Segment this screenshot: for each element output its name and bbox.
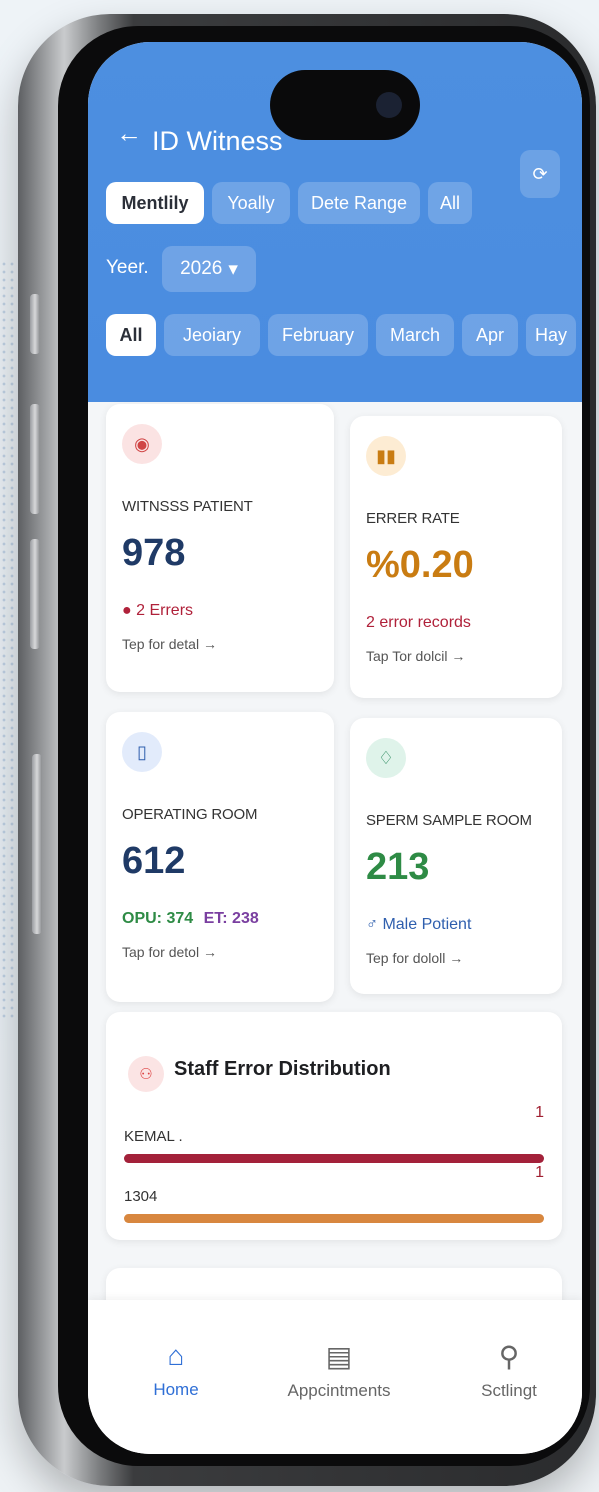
volume-down-button — [30, 539, 40, 649]
witness-patient-card[interactable]: ◉ WITNSSS PATIENT 978 ● 2 Errers Tep for… — [106, 404, 334, 692]
year-label: Yeer. — [106, 257, 149, 278]
card-sub: ♂ Male Potient — [366, 916, 471, 934]
staff-error-distribution-card: ⚇ Staff Error Distribution 1 KEMAL . 1 1… — [106, 1012, 562, 1240]
card-label: ERRER RATE — [366, 510, 460, 527]
card-value: 612 — [122, 840, 186, 882]
card-sub: ● 2 Errers — [122, 602, 193, 620]
year-value: 2026 — [180, 258, 223, 279]
people-icon: ⚇ — [128, 1056, 164, 1092]
drop-icon: ♢ — [366, 738, 406, 778]
camera-icon — [376, 92, 402, 118]
et-count: ET: 238 — [203, 910, 259, 927]
month-tab-may[interactable]: Hay — [526, 314, 576, 356]
arrow-left-icon[interactable]: ← — [116, 118, 142, 149]
tab-all-period[interactable]: All — [428, 182, 472, 224]
staff-error-bar — [124, 1154, 544, 1163]
sperm-sample-room-card[interactable]: ♢ SPERM SAMPLE ROOM 213 ♂ Male Potient T… — [350, 718, 562, 994]
arrow-right-icon: → — [449, 950, 464, 966]
card-label: WITNSSS PATIENT — [122, 498, 253, 515]
card-value: %0.20 — [366, 544, 474, 586]
tap-for-detail[interactable]: Tap Tor dolcil → — [366, 648, 465, 664]
card-label: OPERATING ROOM — [122, 806, 258, 823]
tab-date-range[interactable]: Dete Range — [298, 182, 420, 224]
month-tab-march[interactable]: March — [376, 314, 454, 356]
tap-text: Tap Tor dolcil — [366, 648, 448, 664]
operating-room-card[interactable]: ▯ OPERATING ROOM 612 OPU: 374 ET: 238 Ta… — [106, 712, 334, 1002]
bottom-tab-bar: ⌂ Home ▤ Appcintments ⚲ Sctlingt — [88, 1300, 582, 1454]
tab-settings[interactable]: ⚲ Sctlingt — [464, 1340, 554, 1401]
card-value: 978 — [122, 532, 186, 574]
tab-label: Home — [153, 1380, 199, 1399]
refresh-button[interactable]: ⟳ — [520, 150, 560, 198]
volume-up-button — [30, 404, 40, 514]
error-dot-icon: ● — [122, 602, 132, 619]
chart-icon: ▮▮ — [366, 436, 406, 476]
side-button — [32, 754, 42, 934]
staff-name: KEMAL . — [124, 1128, 183, 1145]
card-label: SPERM SAMPLE ROOM — [366, 812, 532, 829]
refresh-icon: ⟳ — [532, 163, 548, 184]
tap-text: Tep for detal — [122, 636, 200, 652]
month-tab-april[interactable]: Apr — [462, 314, 518, 356]
section-title: Staff Error Distribution — [174, 1058, 391, 1080]
staff-name: 1304 — [124, 1188, 158, 1205]
tap-text: Tep for dololl — [366, 950, 446, 966]
tap-text: Tap for detol — [122, 944, 200, 960]
card-sub: OPU: 374 ET: 238 — [122, 910, 259, 928]
year-select[interactable]: 2026 ▾ — [162, 246, 256, 292]
month-tab-january[interactable]: Jeoiary — [164, 314, 260, 356]
tap-for-detail[interactable]: Tep for dololl → — [366, 950, 463, 966]
shield-icon: ◉ — [122, 424, 162, 464]
clipboard-icon: ▤ — [325, 1341, 353, 1372]
card-sub: 2 error records — [366, 614, 471, 631]
male-icon: ♂ — [366, 916, 378, 933]
staff-error-count: 1 — [535, 1104, 544, 1121]
phone-screen: ← ID Witness ⟳ Mentlily Yoally Dete Rang… — [88, 42, 582, 1454]
tab-appointments[interactable]: ▤ Appcintments — [274, 1340, 404, 1401]
chevron-down-icon: ▾ — [228, 258, 238, 280]
tab-label: Appcintments — [287, 1381, 391, 1400]
tab-label: Sctlingt — [481, 1381, 537, 1400]
page-title: ID Witness — [152, 126, 283, 156]
staff-error-count: 1 — [535, 1164, 544, 1181]
arrow-right-icon: → — [202, 944, 217, 960]
tab-monthly[interactable]: Mentlily — [106, 182, 204, 224]
home-icon: ⌂ — [167, 1340, 185, 1371]
tap-for-detail[interactable]: Tap for detol → — [122, 944, 217, 960]
tab-home[interactable]: ⌂ Home — [136, 1340, 216, 1400]
error-count: 2 Errers — [136, 602, 194, 619]
dynamic-island — [270, 70, 420, 140]
arrow-right-icon: → — [202, 636, 217, 652]
error-rate-card[interactable]: ▮▮ ERRER RATE %0.20 2 error records Tap … — [350, 416, 562, 698]
opu-count: OPU: 374 — [122, 910, 194, 927]
arrow-right-icon: → — [451, 648, 466, 664]
card-value: 213 — [366, 846, 430, 888]
mute-switch — [30, 294, 40, 354]
month-tab-all[interactable]: All — [106, 314, 156, 356]
tab-yearly[interactable]: Yoally — [212, 182, 290, 224]
month-tab-february[interactable]: February — [268, 314, 368, 356]
user-icon: ⚲ — [498, 1341, 520, 1372]
staff-error-bar — [124, 1214, 544, 1223]
male-patient-label: Male Potient — [382, 916, 472, 933]
door-icon: ▯ — [122, 732, 162, 772]
tap-for-detail[interactable]: Tep for detal → — [122, 636, 217, 652]
